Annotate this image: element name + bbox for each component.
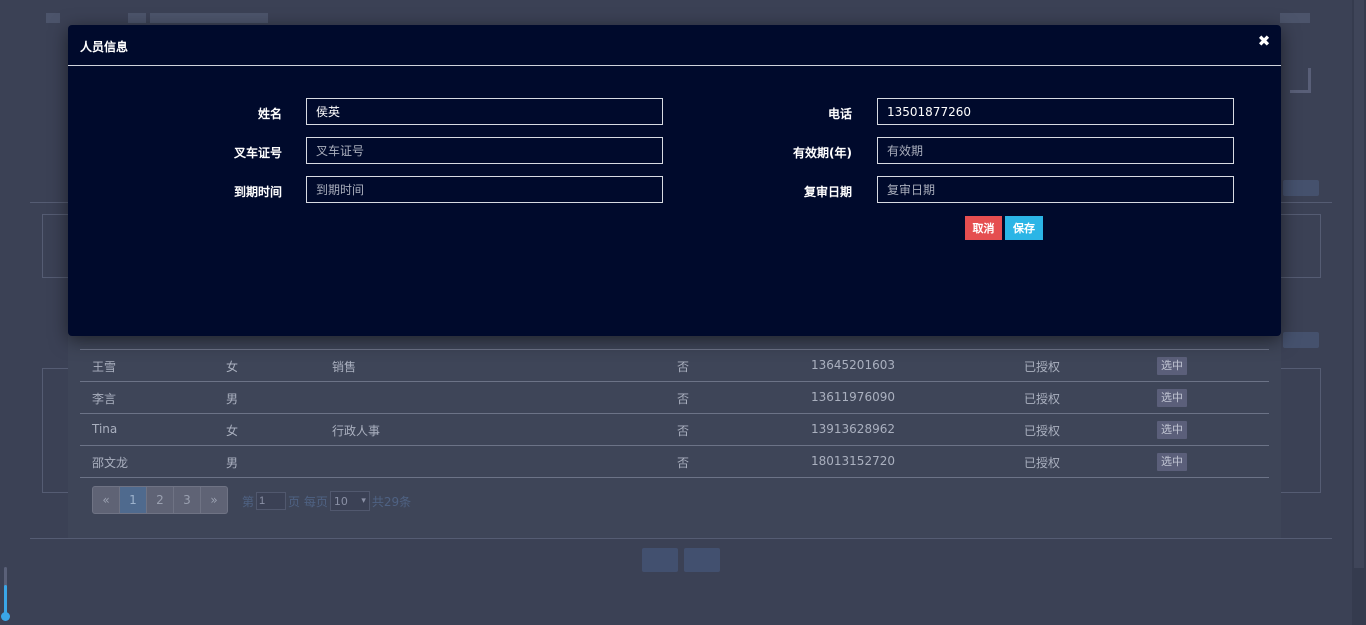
page-size-select[interactable]: 10 ▾ [329, 491, 370, 511]
background-button [1283, 180, 1319, 196]
page-size-value: 10 [333, 494, 348, 508]
pagination-page-1[interactable]: 1 [120, 486, 147, 514]
level-slider-handle[interactable] [1, 612, 10, 621]
select-button[interactable]: 选中 [1157, 357, 1187, 375]
cell-gender: 男 [226, 392, 239, 406]
background-ornament [1290, 68, 1311, 93]
background-button [684, 548, 720, 572]
validity-label: 有效期(年) [793, 146, 852, 160]
cell-flag: 否 [677, 360, 690, 374]
pagination: « 1 2 3 » [92, 486, 228, 514]
background-button [642, 548, 678, 572]
cell-gender: 女 [226, 424, 239, 438]
name-label: 姓名 [257, 107, 282, 121]
cell-phone: 13611976090 [811, 390, 895, 404]
validity-field[interactable] [877, 137, 1234, 164]
cell-status: 已授权 [1024, 392, 1061, 406]
cell-name: 邵文龙 [92, 456, 129, 470]
cancel-button[interactable]: 取消 [965, 216, 1002, 240]
page-prefix: 第 [242, 494, 255, 509]
background-divider [30, 538, 1332, 539]
select-button[interactable]: 选中 [1157, 453, 1187, 471]
background-ghost-dropdown [1280, 13, 1310, 23]
total-count: 共29条 [371, 494, 412, 509]
pagination-page-3[interactable]: 3 [174, 486, 201, 514]
cell-phone: 18013152720 [811, 454, 895, 468]
cell-department: 销售 [332, 360, 357, 374]
cell-name: Tina [92, 422, 118, 436]
scrollbar-thumb[interactable] [1354, 0, 1364, 568]
pagination-info: 第 页 每页 10 ▾ 共29条 [242, 491, 411, 511]
cell-gender: 男 [226, 456, 239, 470]
pagination-next[interactable]: » [201, 486, 228, 514]
expiry-label: 到期时间 [233, 185, 282, 199]
cell-gender: 女 [226, 360, 239, 374]
cell-department: 行政人事 [332, 424, 381, 438]
cell-status: 已授权 [1024, 424, 1061, 438]
license-number-label: 叉车证号 [233, 146, 282, 160]
select-button[interactable]: 选中 [1157, 389, 1187, 407]
cell-phone: 13913628962 [811, 422, 895, 436]
cell-status: 已授权 [1024, 360, 1061, 374]
select-button[interactable]: 选中 [1157, 421, 1187, 439]
chevron-down-icon: ▾ [361, 496, 366, 506]
cell-flag: 否 [677, 424, 690, 438]
license-number-field[interactable] [306, 137, 663, 164]
background-ghost-text [150, 13, 268, 23]
name-field[interactable] [306, 98, 663, 125]
phone-label: 电话 [827, 107, 852, 121]
cell-status: 已授权 [1024, 456, 1061, 470]
cell-flag: 否 [677, 392, 690, 406]
page-suffix: 页 每页 [288, 494, 328, 509]
pagination-page-2[interactable]: 2 [147, 486, 174, 514]
modal-title: 人员信息 [80, 40, 129, 54]
background-ghost-text [46, 13, 60, 23]
cell-name: 李言 [92, 392, 117, 406]
background-button [1283, 332, 1319, 348]
table-row: 王雪 女 销售 否 13645201603 已授权 选中 [80, 350, 1269, 382]
page-number-input[interactable] [256, 492, 287, 510]
save-button[interactable]: 保存 [1005, 216, 1043, 240]
table-row: 邵文龙 男 否 18013152720 已授权 选中 [80, 446, 1269, 478]
expiry-field[interactable] [306, 176, 663, 203]
close-icon[interactable]: ✖ [1257, 34, 1271, 49]
cell-phone: 13645201603 [811, 358, 895, 372]
phone-field[interactable] [877, 98, 1234, 125]
pagination-prev[interactable]: « [92, 486, 120, 514]
vertical-scrollbar[interactable] [1352, 0, 1366, 625]
table-row: Tina 女 行政人事 否 13913628962 已授权 选中 [80, 414, 1269, 446]
person-info-modal: 人员信息 ✖ 姓名 叉车证号 到期时间 电话 有效期(年) 复审日期 取消 保存 [68, 25, 1281, 336]
cell-name: 王雪 [92, 360, 117, 374]
modal-header: 人员信息 ✖ [68, 25, 1281, 66]
review-date-label: 复审日期 [803, 185, 852, 199]
table-row: 李言 男 否 13611976090 已授权 选中 [80, 382, 1269, 414]
review-date-field[interactable] [877, 176, 1234, 203]
cell-flag: 否 [677, 456, 690, 470]
background-ghost-icon [128, 13, 146, 23]
